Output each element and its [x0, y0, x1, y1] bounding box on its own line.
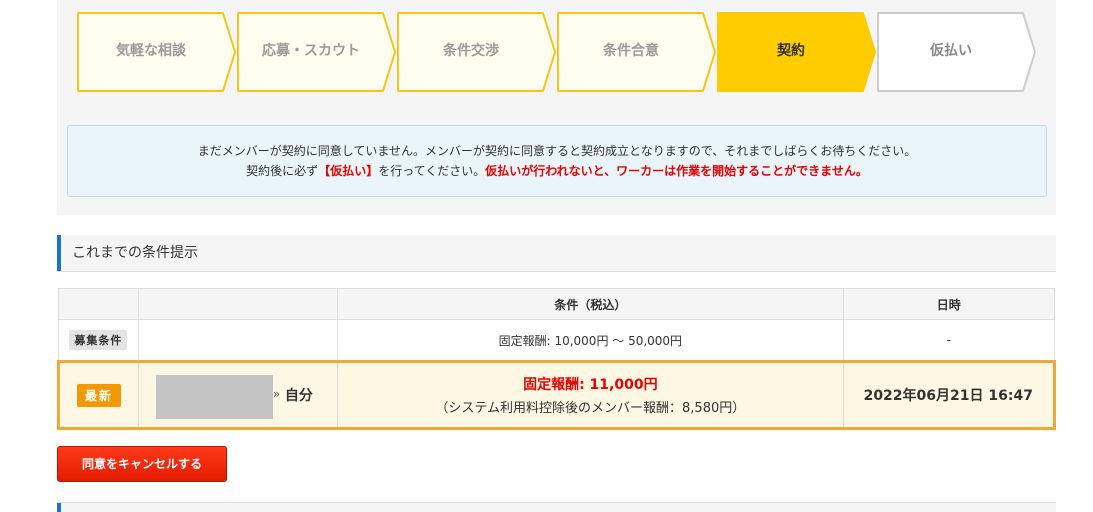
cancel-agreement-button[interactable]: 同意をキャンセルする — [57, 446, 227, 482]
progress-step-label: 契約 — [777, 43, 805, 59]
table-header-row: 条件（税込） 日時 — [58, 288, 1056, 320]
progress-step-label: 応募・スカウト — [262, 43, 360, 59]
section-title: これまでの条件提示 — [72, 245, 198, 261]
table-row-recruit-conditions: 募集条件 固定報酬: 10,000円 〜 50,000円 - — [58, 319, 1056, 362]
latest-conditions-cell: 固定報酬: 11,000円 （システム利用料控除後のメンバー報酬：8,580円） — [337, 360, 844, 430]
progress-step-label: 仮払い — [930, 43, 972, 59]
progress-step-4: 条件合意 — [557, 12, 717, 92]
conditions-table: 条件（税込） 日時 募集条件 固定報酬: 10,000円 〜 50,000円 -… — [57, 288, 1057, 430]
notice-line-2: 契約後に必ず【仮払い】を行ってください。仮払いが行われないと、ワーカーは作業を開… — [68, 161, 1046, 181]
recruit-tag-cell: 募集条件 — [58, 319, 139, 362]
header-datetime: 日時 — [842, 288, 1056, 320]
notice-line-1: まだメンバーが契約に同意していません。メンバーが契約に同意すると契約成立となりま… — [197, 144, 917, 158]
latest-fixed-reward: 固定報酬: 11,000円 — [523, 377, 658, 393]
progress-panel: 気軽な相談 応募・スカウト 条件交渉 条件合意 契約 仮払い まだメンバーが契約に同意して… — [57, 0, 1056, 215]
progress-step-label: 条件交渉 — [443, 43, 499, 59]
progress-step-3: 条件交渉 — [397, 12, 557, 92]
latest-badge: 最新 — [76, 383, 121, 407]
latest-member-reward-note: （システム利用料控除後のメンバー報酬：8,580円） — [435, 401, 746, 416]
section-accent-bar — [57, 235, 61, 271]
progress-steps: 気軽な相談 応募・スカウト 条件交渉 条件合意 契約 仮払い — [77, 12, 1037, 92]
recruit-conditions: 固定報酬: 10,000円 〜 50,000円 — [337, 319, 844, 362]
notice-line-2-pre: 契約後に必ず — [246, 164, 319, 178]
masked-member-name — [155, 375, 273, 419]
progress-step-label: 気軽な相談 — [116, 43, 186, 59]
contract-notice: まだメンバーが契約に同意していません。メンバーが契約に同意すると契約成立となりま… — [67, 125, 1047, 197]
recruit-member-cell — [137, 319, 339, 362]
table-row-latest-offer: 最新 » 自分 固定報酬: 11,000円 （システム利用料控除後のメンバー報酬… — [57, 360, 1057, 430]
progress-step-1: 気軽な相談 — [77, 12, 237, 92]
conditions-history-header: これまでの条件提示 — [57, 235, 1056, 272]
latest-tag-cell: 最新 — [57, 360, 139, 430]
progress-step-5: 契約 — [717, 12, 877, 92]
notice-prepayment-emphasis: 【仮払い】 — [318, 164, 379, 178]
recruit-datetime: - — [842, 319, 1056, 362]
latest-datetime: 2022年06月21日 16:47 — [863, 388, 1033, 404]
self-label: 自分 — [284, 388, 313, 404]
progress-step-label: 条件合意 — [603, 43, 659, 59]
arrow-icon: » — [272, 387, 281, 401]
progress-step-6: 仮払い — [877, 12, 1037, 92]
notice-warning: 仮払いが行われないと、ワーカーは作業を開始することができません。 — [485, 164, 868, 178]
header-conditions: 条件（税込） — [337, 288, 844, 320]
latest-datetime-cell: 2022年06月21日 16:47 — [842, 360, 1057, 430]
recruit-conditions-badge: 募集条件 — [69, 330, 128, 350]
progress-step-2: 応募・スカウト — [237, 12, 397, 92]
header-member — [137, 288, 339, 320]
latest-member-cell: » 自分 — [137, 360, 339, 430]
notice-line-2-mid: を行ってください。 — [378, 164, 486, 178]
header-tag — [58, 288, 139, 320]
